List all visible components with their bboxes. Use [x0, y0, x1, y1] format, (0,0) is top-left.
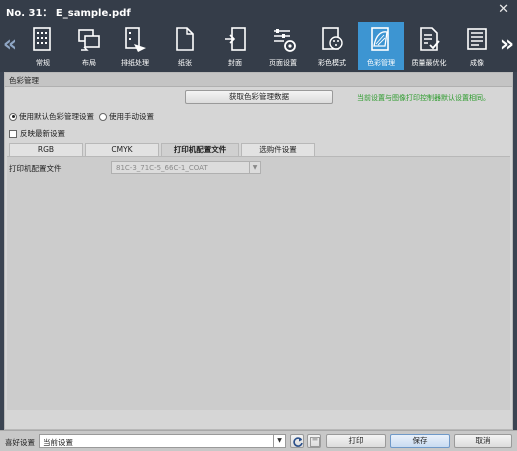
- tool-cover-label: 封面: [228, 59, 242, 67]
- reflect-latest-box[interactable]: [9, 129, 17, 138]
- printer-profile-panel: 打印机配置文件 81C-3_71C-5_66C-1_COAT ▼: [7, 156, 510, 410]
- finishing-icon: [125, 27, 146, 52]
- tool-color-mode[interactable]: 彩色模式: [309, 22, 355, 70]
- radio-manual-settings[interactable]: 使用手动设置: [99, 111, 154, 122]
- radio-default-settings[interactable]: 使用默认色彩管理设置: [9, 111, 94, 122]
- tab-cmyk[interactable]: CMYK: [85, 143, 159, 156]
- tool-color-mode-label: 彩色模式: [318, 59, 346, 67]
- tool-layout[interactable]: 布局: [66, 22, 112, 70]
- chevron-down-icon[interactable]: ▼: [273, 435, 285, 447]
- tool-paper-label: 纸张: [178, 59, 192, 67]
- radio-default-label: 使用默认色彩管理设置: [19, 112, 94, 121]
- refresh-button[interactable]: [290, 434, 304, 448]
- reflect-latest-checkbox[interactable]: 反映最新设置: [9, 128, 65, 139]
- favorite-value: 当前设置: [43, 438, 73, 447]
- print-settings-window: No. 31： E_sample.pdf ✕ « 常规 布局 排纸处理 纸张 封…: [0, 0, 517, 451]
- favorite-label: 喜好设置: [5, 438, 35, 447]
- get-color-data-button[interactable]: 获取色彩管理数据: [185, 90, 333, 104]
- scroll-left-icon[interactable]: «: [2, 30, 18, 60]
- printer-profile-label: 打印机配置文件: [9, 164, 62, 173]
- printer-profile-select: 81C-3_71C-5_66C-1_COAT ▼: [111, 161, 261, 174]
- radio-default-dot[interactable]: [9, 112, 17, 121]
- close-icon[interactable]: ✕: [498, 2, 509, 17]
- cover-icon: [225, 27, 246, 51]
- layout-icon: [78, 29, 100, 51]
- tool-cover[interactable]: 封面: [212, 22, 258, 70]
- tool-finishing-label: 排纸处理: [121, 59, 149, 67]
- scroll-right-icon[interactable]: »: [499, 30, 515, 60]
- color-tabs: RGB CMYK 打印机配置文件 选购件设置: [9, 143, 509, 156]
- section-header: 色彩管理: [5, 73, 512, 87]
- radio-manual-label: 使用手动设置: [109, 112, 154, 121]
- tab-option-settings[interactable]: 选购件设置: [241, 143, 315, 156]
- tool-quality-label: 质量最优化: [411, 59, 447, 67]
- print-button[interactable]: 打印: [326, 434, 386, 448]
- tool-color-management[interactable]: 色彩管理: [358, 22, 404, 70]
- tool-finishing[interactable]: 排纸处理: [112, 22, 158, 70]
- refresh-icon: [293, 437, 303, 447]
- reflect-latest-label: 反映最新设置: [20, 129, 65, 138]
- category-toolbar: « 常规 布局 排纸处理 纸张 封面 页面设置 彩色模式 色彩管理 质量最优化 …: [0, 20, 517, 72]
- page-setup-icon: [274, 29, 296, 52]
- tool-quality[interactable]: 质量最优化: [406, 22, 452, 70]
- paper-icon: [176, 27, 194, 51]
- radio-manual-dot[interactable]: [99, 112, 107, 121]
- tool-color-management-label: 色彩管理: [367, 59, 395, 67]
- quality-icon: [420, 27, 440, 51]
- window-title: No. 31： E_sample.pdf: [6, 8, 131, 19]
- chevron-down-icon: ▼: [249, 162, 260, 173]
- settings-status-note: 当前设置与图像打印控制器默认设置相同。: [357, 94, 490, 102]
- tab-rgb[interactable]: RGB: [9, 143, 83, 156]
- title-bar: No. 31： E_sample.pdf ✕: [0, 0, 517, 20]
- color-mode-icon: [322, 27, 343, 50]
- section-title: 色彩管理: [9, 76, 39, 85]
- tab-printer-profile[interactable]: 打印机配置文件: [161, 143, 239, 156]
- tool-page-setup-label: 页面设置: [269, 59, 297, 67]
- imaging-icon: [467, 28, 487, 50]
- color-management-icon: [371, 27, 389, 51]
- cancel-button[interactable]: 取消: [454, 434, 512, 448]
- tool-paper[interactable]: 纸张: [162, 22, 208, 70]
- basic-settings-icon: [33, 27, 51, 51]
- footer-bar: 喜好设置 当前设置 ▼ 打印 保存 取消: [0, 430, 517, 451]
- tool-imaging-label: 成像: [470, 59, 484, 67]
- tool-basic[interactable]: 常规: [20, 22, 66, 70]
- color-management-panel: 色彩管理 获取色彩管理数据 当前设置与图像打印控制器默认设置相同。 使用默认色彩…: [4, 72, 513, 430]
- save-button[interactable]: 保存: [390, 434, 450, 448]
- tool-page-setup[interactable]: 页面设置: [260, 22, 306, 70]
- tool-imaging[interactable]: 成像: [454, 22, 500, 70]
- favorite-select[interactable]: 当前设置 ▼: [39, 434, 286, 448]
- floppy-disk-icon: [310, 437, 320, 447]
- save-favorite-button[interactable]: [307, 434, 321, 448]
- printer-profile-value: 81C-3_71C-5_66C-1_COAT: [116, 164, 208, 172]
